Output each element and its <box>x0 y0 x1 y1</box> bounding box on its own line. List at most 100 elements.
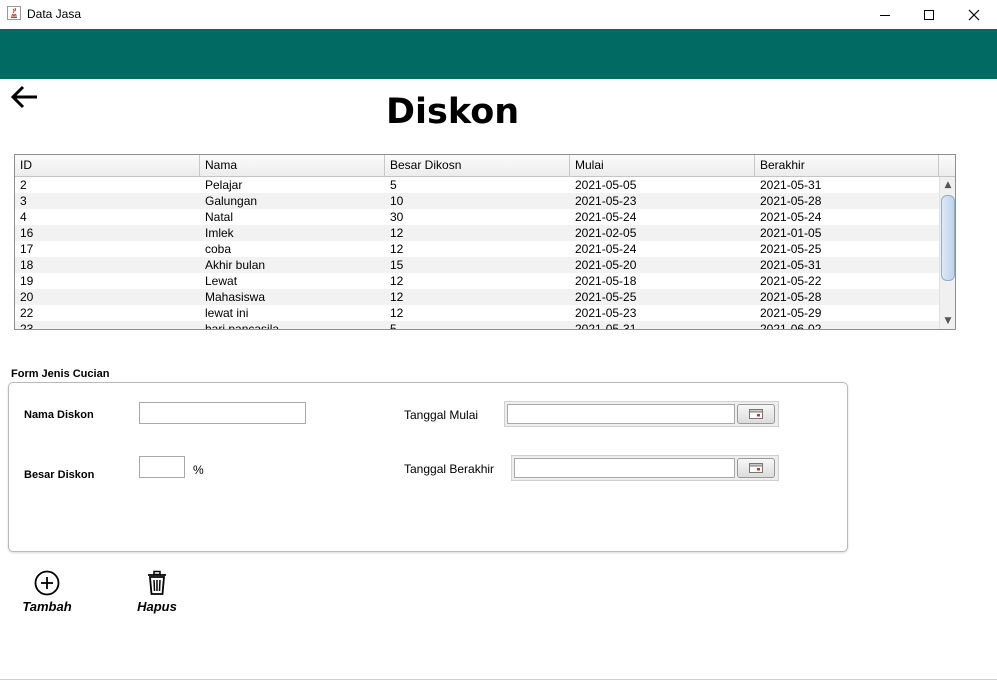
cell-berakhir: 2021-05-28 <box>760 194 822 208</box>
close-icon <box>968 9 980 20</box>
cell-besar: 5 <box>390 178 397 192</box>
tanggal-berakhir-calendar-button[interactable] <box>737 458 775 478</box>
besar-diskon-label: Besar Diskon <box>24 469 95 481</box>
cell-mulai: 2021-05-05 <box>575 178 637 192</box>
maximize-icon <box>924 9 934 20</box>
cell-berakhir: 2021-05-24 <box>760 210 822 224</box>
cell-nama: hari pancasila <box>205 322 280 329</box>
table-body: 2 Pelajar 5 2021-05-05 2021-05-31 3 Galu… <box>15 177 939 329</box>
table-row[interactable]: 3 Galungan 10 2021-05-23 2021-05-28 <box>15 193 939 209</box>
cell-besar: 15 <box>390 258 404 272</box>
cell-berakhir: 2021-06-02 <box>760 322 822 329</box>
cell-mulai: 2021-05-24 <box>575 242 637 256</box>
nama-diskon-input[interactable] <box>139 402 306 424</box>
diskon-table[interactable]: ID Nama Besar Dikosn Mulai Berakhir 2 Pe… <box>14 154 956 330</box>
table-row[interactable]: 20 Mahasiswa 12 2021-05-25 2021-05-28 <box>15 289 939 305</box>
cell-nama: Imlek <box>205 226 234 240</box>
cell-besar: 30 <box>390 210 404 224</box>
cell-berakhir: 2021-05-31 <box>760 178 822 192</box>
cell-berakhir: 2021-01-05 <box>760 226 822 240</box>
cell-berakhir: 2021-05-25 <box>760 242 822 256</box>
percent-sign: % <box>193 463 204 477</box>
table-row[interactable]: 23 hari pancasila 5 2021-05-31 2021-06-0… <box>15 321 939 329</box>
cell-besar: 12 <box>390 274 404 288</box>
tanggal-mulai-date-picker <box>504 401 779 427</box>
cell-id: 23 <box>20 322 34 329</box>
tanggal-mulai-label: Tanggal Mulai <box>404 408 479 422</box>
table-header-corner <box>939 155 955 177</box>
tanggal-berakhir-date-picker <box>511 455 779 481</box>
cell-mulai: 2021-05-24 <box>575 210 637 224</box>
scrollbar-thumb[interactable] <box>941 195 955 281</box>
add-circle-icon <box>34 570 60 596</box>
cell-mulai: 2021-05-23 <box>575 194 637 208</box>
scroll-down-arrow-icon[interactable]: ▼ <box>940 313 955 329</box>
form-section-label: Form Jenis Cucian <box>11 368 110 380</box>
cell-nama: Mahasiswa <box>205 290 266 304</box>
table-vertical-scrollbar[interactable]: ▲ ▼ <box>939 177 955 329</box>
cell-besar: 10 <box>390 194 404 208</box>
table-row[interactable]: 18 Akhir bulan 15 2021-05-20 2021-05-31 <box>15 257 939 273</box>
hapus-label: Hapus <box>137 599 177 614</box>
cell-id: 16 <box>20 226 34 240</box>
scroll-up-arrow-icon[interactable]: ▲ <box>940 177 955 193</box>
hapus-button[interactable]: Hapus <box>132 569 182 614</box>
cell-nama: Natal <box>205 210 234 224</box>
table-row[interactable]: 19 Lewat 12 2021-05-18 2021-05-22 <box>15 273 939 289</box>
cell-nama: Galungan <box>205 194 258 208</box>
close-button[interactable] <box>951 0 997 29</box>
cell-mulai: 2021-05-31 <box>575 322 637 329</box>
form-panel: Nama Diskon Besar Diskon % Tanggal Mulai… <box>8 382 848 552</box>
tanggal-mulai-input[interactable] <box>507 404 735 424</box>
cell-id: 3 <box>20 194 27 208</box>
cell-mulai: 2021-05-25 <box>575 290 637 304</box>
cell-nama: Akhir bulan <box>205 258 266 272</box>
calendar-icon <box>749 463 763 473</box>
column-header-nama[interactable]: Nama <box>200 155 385 176</box>
cell-mulai: 2021-05-23 <box>575 306 637 320</box>
cell-besar: 12 <box>390 242 404 256</box>
minimize-icon <box>880 14 890 16</box>
cell-id: 18 <box>20 258 34 272</box>
java-app-icon <box>7 6 21 20</box>
cell-id: 4 <box>20 210 27 224</box>
table-header: ID Nama Besar Dikosn Mulai Berakhir <box>15 155 939 177</box>
besar-diskon-input[interactable] <box>139 456 185 478</box>
column-header-berakhir[interactable]: Berakhir <box>755 155 939 176</box>
column-header-id[interactable]: ID <box>15 155 200 176</box>
back-arrow-icon[interactable] <box>10 85 40 111</box>
column-header-besar-diskon[interactable]: Besar Dikosn <box>385 155 570 176</box>
cell-id: 19 <box>20 274 34 288</box>
cell-berakhir: 2021-05-29 <box>760 306 822 320</box>
cell-id: 20 <box>20 290 34 304</box>
window-titlebar: Data Jasa <box>0 0 997 29</box>
cell-berakhir: 2021-05-31 <box>760 258 822 272</box>
cell-id: 22 <box>20 306 34 320</box>
tanggal-mulai-calendar-button[interactable] <box>737 404 775 424</box>
bottom-divider <box>0 679 997 680</box>
cell-besar: 5 <box>390 322 397 329</box>
tanggal-berakhir-label: Tanggal Berakhir <box>404 462 495 476</box>
cell-berakhir: 2021-05-28 <box>760 290 822 304</box>
tambah-label: Tambah <box>22 599 72 614</box>
window-title: Data Jasa <box>27 7 82 21</box>
cell-nama: coba <box>205 242 232 256</box>
table-row[interactable]: 22 lewat ini 12 2021-05-23 2021-05-29 <box>15 305 939 321</box>
cell-besar: 12 <box>390 290 404 304</box>
table-row[interactable]: 17 coba 12 2021-05-24 2021-05-25 <box>15 241 939 257</box>
table-row[interactable]: 16 Imlek 12 2021-02-05 2021-01-05 <box>15 225 939 241</box>
cell-berakhir: 2021-05-22 <box>760 274 822 288</box>
tanggal-berakhir-input[interactable] <box>514 458 735 478</box>
cell-id: 17 <box>20 242 34 256</box>
cell-id: 2 <box>20 178 27 192</box>
cell-besar: 12 <box>390 226 404 240</box>
maximize-button[interactable] <box>906 0 952 29</box>
table-row[interactable]: 2 Pelajar 5 2021-05-05 2021-05-31 <box>15 177 939 193</box>
minimize-button[interactable] <box>862 0 908 29</box>
calendar-icon <box>749 409 763 419</box>
header-bar <box>0 29 997 79</box>
table-row[interactable]: 4 Natal 30 2021-05-24 2021-05-24 <box>15 209 939 225</box>
column-header-mulai[interactable]: Mulai <box>570 155 755 176</box>
page-title: Diskon <box>386 92 520 132</box>
tambah-button[interactable]: Tambah <box>18 569 76 614</box>
